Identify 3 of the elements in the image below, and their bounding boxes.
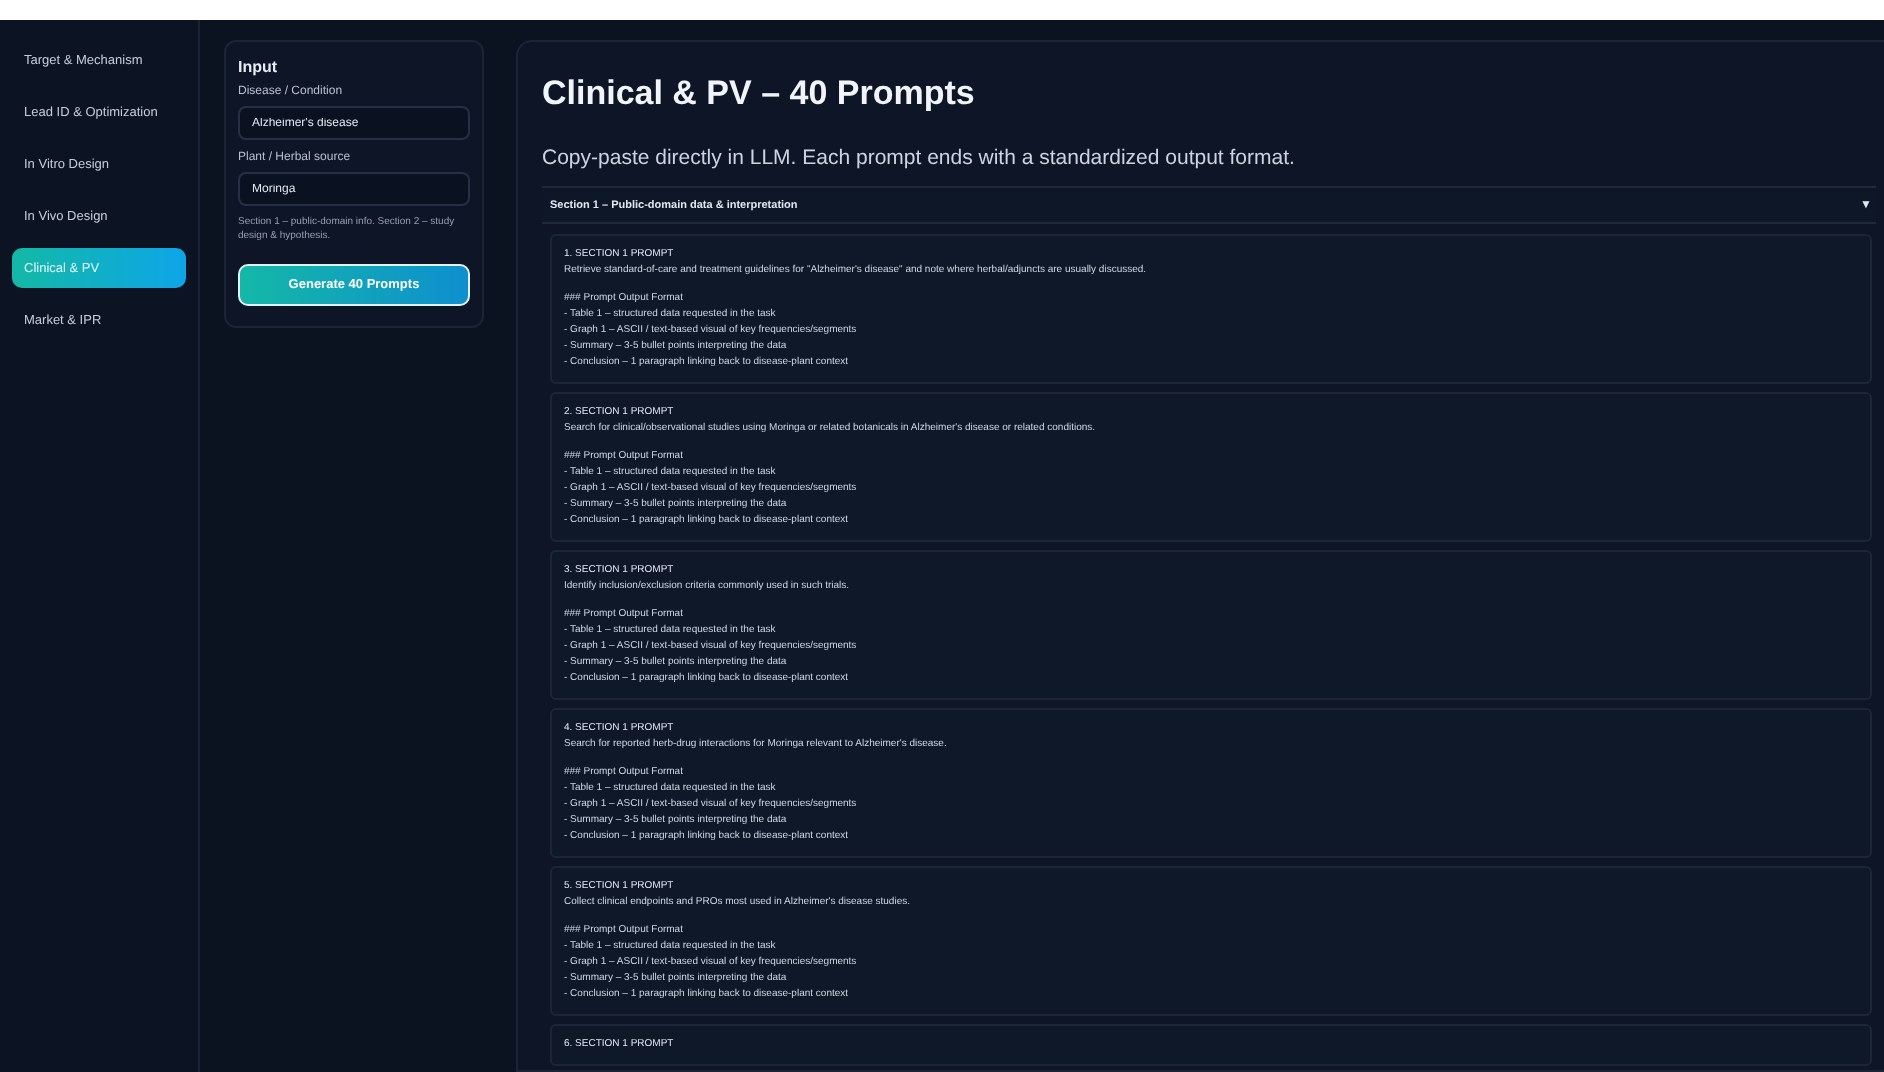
- panel-title: Input: [238, 58, 280, 76]
- subtitle: Copy-paste directly in LLM. Each prompt ends with a standardized output format.: [542, 146, 1297, 170]
- page-title: Clinical & PV – 40 Prompts: [542, 74, 977, 114]
